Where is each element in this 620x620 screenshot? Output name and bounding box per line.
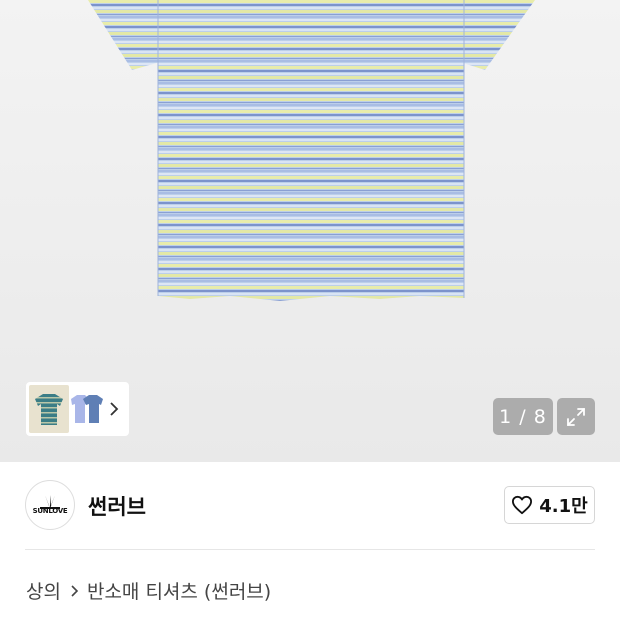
brand-logo[interactable]: SUNLOVE: [25, 480, 75, 530]
thumbnail-strip[interactable]: [26, 382, 129, 436]
heart-icon: [512, 495, 533, 515]
breadcrumb-category[interactable]: 상의: [26, 577, 61, 604]
image-counter: 1 / 8: [493, 398, 553, 435]
thumbnail-other[interactable]: [69, 385, 109, 433]
chevron-right-icon: [71, 584, 79, 597]
brand-section: SUNLOVE 썬러브 4.1만: [0, 462, 620, 550]
brand-name-link[interactable]: 썬러브: [88, 491, 146, 521]
breadcrumb: 상의 반소매 티셔츠 (썬러브): [26, 577, 271, 604]
divider: [25, 549, 595, 550]
like-button[interactable]: 4.1만: [504, 486, 595, 524]
product-image-gallery[interactable]: 1 / 8: [0, 0, 620, 462]
like-count: 4.1만: [539, 496, 588, 517]
thumbnail-selected[interactable]: [29, 385, 69, 433]
product-image: [88, 0, 535, 301]
chevron-right-icon[interactable]: [107, 401, 121, 417]
breadcrumb-subcategory[interactable]: 반소매 티셔츠 (썬러브): [87, 577, 271, 604]
brand-logo-text: SUNLOVE: [32, 507, 68, 515]
expand-button[interactable]: [557, 398, 595, 435]
expand-icon: [567, 407, 585, 426]
